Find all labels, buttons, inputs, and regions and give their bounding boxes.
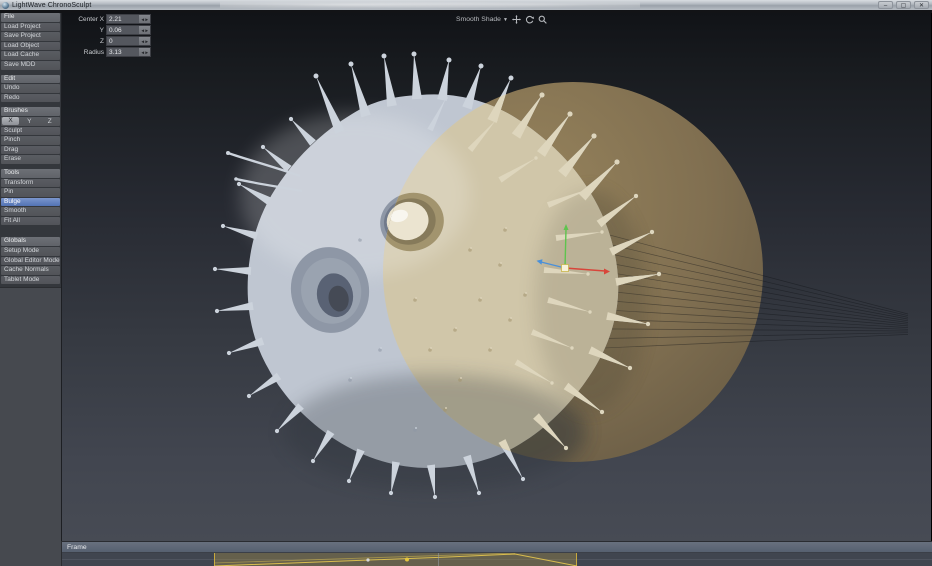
center-z-spinner-icon[interactable]: ◄►: [139, 37, 150, 45]
shading-mode-dropdown[interactable]: Smooth Shade ▼: [456, 16, 508, 23]
timeline-area: Frame: [0, 541, 932, 566]
timeline-left-spacer: [0, 541, 62, 566]
shading-mode-label: Smooth Shade: [456, 16, 501, 23]
section-brushes[interactable]: Brushes: [1, 107, 60, 116]
field-label-radius: Radius: [62, 49, 104, 56]
frame-label: Frame: [67, 544, 87, 551]
radius-input[interactable]: 3.13: [107, 48, 139, 56]
sidebar-item-erase[interactable]: Erase: [1, 155, 60, 164]
sidebar-item-global-editor-mode[interactable]: Global Editor Mode: [1, 257, 60, 266]
center-z-input[interactable]: 0: [107, 37, 139, 45]
center-y-spinner-icon[interactable]: ◄►: [139, 26, 150, 34]
sidebar-item-bulge[interactable]: Bulge: [1, 198, 60, 207]
axis-z-button[interactable]: Z: [40, 118, 61, 125]
axis-y-button[interactable]: Y: [19, 118, 40, 125]
section-globals[interactable]: Globals: [1, 237, 60, 246]
window-title: LightWave ChronoSculpt: [12, 2, 91, 9]
viewport-3d[interactable]: Center X 2.21 ◄► Y 0.06 ◄► Z: [62, 13, 931, 541]
field-label-y: Y: [62, 27, 104, 34]
section-tools[interactable]: Tools: [1, 169, 60, 178]
orbit-icon[interactable]: [525, 15, 534, 24]
sidebar-item-load-object[interactable]: Load Object: [1, 42, 60, 51]
pan-icon[interactable]: [512, 15, 521, 24]
sidebar-item-pinch[interactable]: Pinch: [1, 136, 60, 145]
zoom-icon[interactable]: [538, 15, 547, 24]
section-edit[interactable]: Edit: [1, 75, 60, 84]
sidebar-item-tablet-mode[interactable]: Tablet Mode: [1, 276, 60, 285]
center-x-spinner-icon[interactable]: ◄►: [139, 15, 150, 23]
sidebar-item-load-cache[interactable]: Load Cache: [1, 51, 60, 60]
sidebar-item-smooth[interactable]: Smooth: [1, 207, 60, 216]
sidebar-item-cache-normals[interactable]: Cache Normals: [1, 266, 60, 275]
minimize-button[interactable]: –: [878, 1, 893, 9]
tool-sidebar: File Load Project Save Project Load Obje…: [0, 13, 62, 541]
current-frame-cursor[interactable]: [438, 553, 439, 566]
scene-canvas: [62, 13, 931, 541]
axis-x-button[interactable]: X: [2, 117, 19, 125]
frame-header[interactable]: Frame: [62, 541, 932, 553]
brush-coordinates-panel: Center X 2.21 ◄► Y 0.06 ◄► Z: [62, 14, 151, 58]
sidebar-item-pin[interactable]: Pin: [1, 188, 60, 197]
sidebar-item-undo[interactable]: Undo: [1, 84, 60, 93]
axis-selector: X Y Z: [1, 117, 60, 126]
chronosculpt-window: LightWave ChronoSculpt – ▢ ✕ File Load P…: [0, 0, 932, 566]
timeline-track[interactable]: [62, 553, 932, 566]
sidebar-item-load-project[interactable]: Load Project: [1, 23, 60, 32]
maximize-button[interactable]: ▢: [896, 1, 911, 9]
timeline-curves: [62, 553, 932, 566]
keyframe-dot-white[interactable]: [366, 558, 369, 561]
app-icon: [2, 2, 9, 9]
sidebar-empty-area: [0, 287, 61, 541]
field-label-z: Z: [62, 38, 104, 45]
sidebar-item-save-mdd[interactable]: Save MDD: [1, 61, 60, 70]
sidebar-item-sculpt[interactable]: Sculpt: [1, 127, 60, 136]
sidebar-item-redo[interactable]: Redo: [1, 94, 60, 103]
sidebar-item-setup-mode[interactable]: Setup Mode: [1, 247, 60, 256]
center-y-input[interactable]: 0.06: [107, 26, 139, 34]
chevron-down-icon: ▼: [503, 17, 508, 23]
sidebar-item-drag[interactable]: Drag: [1, 146, 60, 155]
center-x-input[interactable]: 2.21: [107, 15, 139, 23]
radius-spinner-icon[interactable]: ◄►: [139, 48, 150, 56]
sidebar-item-save-project[interactable]: Save Project: [1, 32, 60, 41]
field-label-center-x: Center X: [62, 16, 104, 23]
titlebar: LightWave ChronoSculpt – ▢ ✕: [0, 0, 932, 10]
sidebar-item-transform[interactable]: Transform: [1, 179, 60, 188]
keyframe-dot-yellow[interactable]: [405, 558, 409, 562]
sidebar-item-fit-all[interactable]: Fit All: [1, 217, 60, 226]
viewport-toolbar: Smooth Shade ▼: [456, 15, 547, 24]
section-file[interactable]: File: [1, 13, 60, 22]
close-button[interactable]: ✕: [914, 1, 929, 9]
